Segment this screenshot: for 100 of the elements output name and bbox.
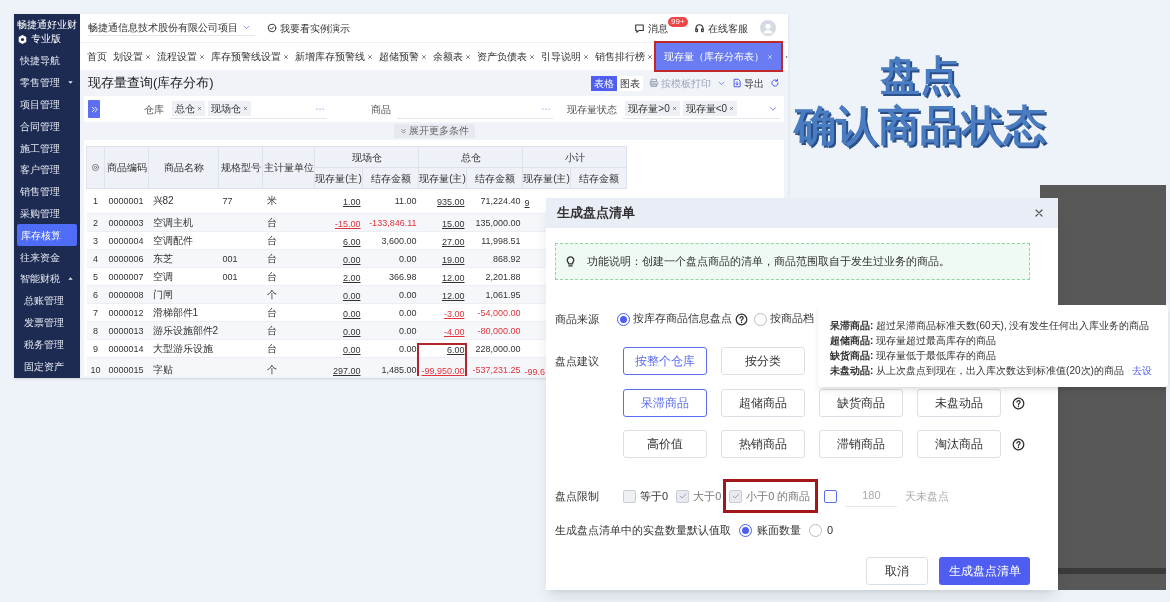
generate-button[interactable]: 生成盘点清单 bbox=[939, 557, 1030, 585]
option-button[interactable]: 按整个仓库 bbox=[623, 347, 707, 375]
option-button[interactable]: 超储商品 bbox=[721, 389, 805, 417]
option-button[interactable]: 高价值 bbox=[623, 430, 707, 458]
tab[interactable]: 余额表 bbox=[430, 43, 474, 70]
checkbox[interactable] bbox=[824, 489, 838, 503]
radio-option[interactable]: 按库存商品信息盘点 bbox=[617, 311, 732, 327]
messages-button[interactable]: 消息 bbox=[634, 20, 668, 36]
quantity-link[interactable]: 0.00 bbox=[342, 290, 361, 301]
filter-chip[interactable]: 现存量>0 bbox=[625, 101, 680, 116]
support-link[interactable]: 在线客服 bbox=[694, 20, 748, 36]
sidebar-item[interactable]: 项目管理 bbox=[14, 93, 80, 116]
quantity-link[interactable]: 1.00 bbox=[342, 197, 361, 207]
sidebar-item[interactable]: 零售管理 bbox=[14, 71, 80, 94]
sidebar-item[interactable]: 库存核算 bbox=[17, 224, 77, 247]
column-header: 规格型号 bbox=[218, 146, 263, 189]
tooltip-text: 未盘动品: 从上次盘点到现在，出入库次数达到标准值(20次)的商品 bbox=[830, 364, 1124, 378]
filter-chip[interactable]: 现场仓 bbox=[208, 101, 251, 116]
column-header: 现存量(主) bbox=[418, 167, 467, 189]
column-group-header: 总仓 bbox=[418, 146, 523, 168]
cancel-button[interactable]: 取消 bbox=[866, 557, 928, 585]
tab[interactable]: 销售排行榜 bbox=[592, 43, 656, 70]
option-button[interactable]: 热销商品 bbox=[721, 430, 805, 458]
quantity-link[interactable]: 0.00 bbox=[342, 326, 361, 337]
tab[interactable]: 引导说明 bbox=[538, 43, 592, 70]
checkbox-label: 大于0 bbox=[693, 488, 722, 504]
option-button[interactable]: 呆滞商品 bbox=[623, 389, 707, 417]
sidebar-item[interactable]: 往来资金 bbox=[14, 246, 80, 268]
quantity-link[interactable]: 935.00 bbox=[436, 197, 465, 207]
quantity-link[interactable]: 0.00 bbox=[342, 254, 361, 265]
quantity-link[interactable]: 12.00 bbox=[441, 272, 465, 283]
sidebar-item[interactable]: 采购管理 bbox=[14, 202, 80, 225]
avatar-icon bbox=[760, 20, 776, 36]
filter-field[interactable]: 现存量>0 现存量<0 bbox=[623, 99, 780, 119]
option-button[interactable]: 按分类 bbox=[721, 347, 805, 375]
option-button[interactable]: 缺货商品 bbox=[819, 389, 903, 417]
tab[interactable]: 划设置 bbox=[110, 43, 154, 70]
table-cell-text: 77 bbox=[221, 195, 234, 208]
quantity-link[interactable]: 6.00 bbox=[446, 344, 465, 355]
table-cell-text: 366.98 bbox=[387, 270, 418, 284]
radio-option[interactable]: 0 bbox=[809, 521, 834, 539]
company-select[interactable]: 畅捷通信息技术股份有限公司项目 bbox=[88, 20, 255, 36]
table-cell-text: 1,485.00 bbox=[380, 364, 418, 376]
tab[interactable]: 库存预警线设置 bbox=[208, 43, 292, 70]
filter-label: 现存量状态 bbox=[566, 102, 618, 117]
tab[interactable]: 超储预警 bbox=[376, 43, 430, 70]
tab[interactable]: 资产负债表 bbox=[474, 43, 538, 70]
sidebar-item[interactable]: 客户管理 bbox=[14, 159, 80, 181]
tab[interactable]: 现存量（库存分布表） bbox=[656, 43, 781, 70]
table-cell-text: -80,000.00 bbox=[476, 324, 522, 338]
filter-label: 商品 bbox=[369, 102, 391, 117]
filter-chip[interactable]: 现存量<0 bbox=[682, 101, 738, 116]
quantity-link[interactable]: 19.00 bbox=[441, 254, 465, 265]
quantity-link[interactable]: 15.00 bbox=[441, 218, 465, 229]
tab[interactable]: 首页 bbox=[84, 43, 110, 70]
quantity-link[interactable]: -15.00 bbox=[334, 218, 361, 229]
settings-link[interactable]: 去设 bbox=[1131, 363, 1152, 378]
expand-filter-button[interactable] bbox=[88, 100, 100, 118]
table-cell-text: 0000006 bbox=[107, 252, 145, 266]
demo-link[interactable]: 我要看实例演示 bbox=[267, 20, 350, 36]
quantity-link[interactable]: 9 bbox=[522, 198, 530, 208]
quantity-link[interactable]: 297.00 bbox=[332, 366, 361, 376]
quantity-link[interactable]: 12.00 bbox=[441, 290, 465, 301]
quantity-link[interactable]: 6.00 bbox=[342, 236, 361, 247]
tooltip-text: 缺货商品: 现存量低于最低库存的商品 bbox=[830, 349, 997, 363]
quantity-link[interactable]: -3.00 bbox=[444, 308, 465, 319]
sidebar-item[interactable]: 固定资产 bbox=[14, 355, 80, 377]
sidebar-item[interactable]: 合同管理 bbox=[14, 115, 80, 138]
expand-more-button[interactable]: 展开更多条件 bbox=[393, 124, 475, 138]
option-button[interactable]: 未盘动品 bbox=[917, 389, 1001, 417]
filter-field[interactable]: 总仓 现场仓 bbox=[170, 99, 327, 119]
table-cell-text: 0.00 bbox=[397, 324, 418, 338]
quantity-link[interactable]: 27.00 bbox=[441, 236, 465, 247]
quantity-link[interactable]: -99,950.00 bbox=[421, 366, 465, 376]
radio-option[interactable]: 账面数量 bbox=[739, 521, 801, 539]
view-tab[interactable]: 表格 bbox=[591, 75, 617, 91]
sidebar-item[interactable]: 发票管理 bbox=[14, 311, 80, 334]
filter-chip[interactable]: 总仓 bbox=[172, 101, 205, 116]
quantity-link[interactable]: -99.6 bbox=[522, 367, 545, 376]
table-cell-text: 字贴 bbox=[151, 363, 174, 376]
quantity-link[interactable]: 0.00 bbox=[342, 308, 361, 319]
view-tab[interactable]: 图表 bbox=[617, 75, 643, 91]
export-button[interactable]: 导出 bbox=[732, 75, 764, 91]
quantity-link[interactable]: -4.00 bbox=[444, 326, 465, 337]
tab[interactable]: 流程设置 bbox=[154, 43, 208, 70]
option-button[interactable]: 滞销商品 bbox=[819, 430, 903, 458]
checkbox[interactable] bbox=[623, 489, 636, 503]
quantity-link[interactable]: 2.00 bbox=[342, 272, 361, 283]
quantity-link[interactable]: 0.00 bbox=[342, 344, 361, 355]
sidebar-item[interactable]: 智能财税 bbox=[14, 267, 80, 290]
sidebar-item[interactable]: 税务管理 bbox=[14, 333, 80, 356]
option-button[interactable]: 淘汰商品 bbox=[917, 430, 1001, 458]
radio-option[interactable]: 按商品档 bbox=[754, 311, 814, 327]
table-cell-text: 3 bbox=[92, 234, 99, 248]
table-cell-text: 兴82 bbox=[151, 194, 175, 208]
tab[interactable]: 新增库存预警线 bbox=[292, 43, 376, 70]
sidebar-item[interactable]: 快捷导航 bbox=[14, 50, 80, 72]
sidebar-item[interactable]: 施工管理 bbox=[14, 137, 80, 159]
sidebar-item[interactable]: 销售管理 bbox=[14, 180, 80, 203]
sidebar-item[interactable]: 总账管理 bbox=[14, 289, 80, 312]
